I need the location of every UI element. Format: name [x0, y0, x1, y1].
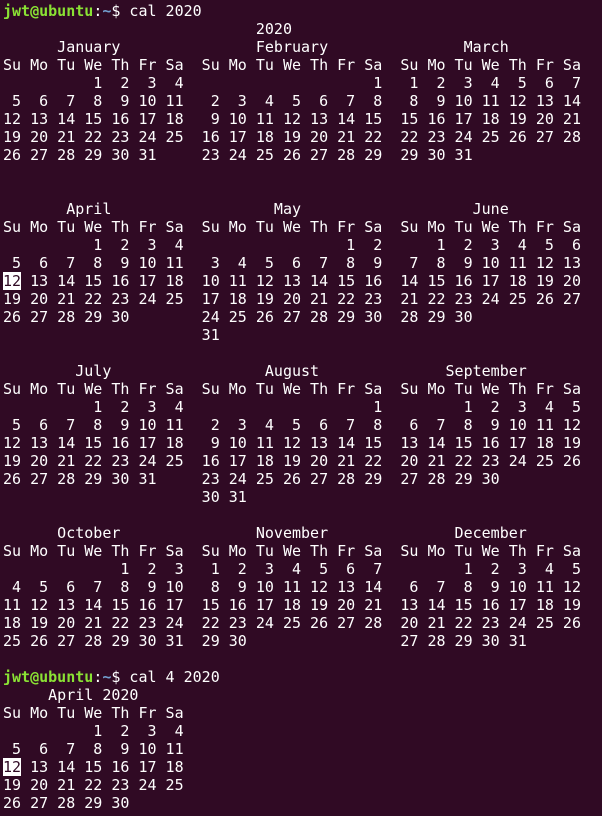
- output-line: 18 19 20 21 22 23 24 22 23 24 25 26 27 2…: [3, 614, 581, 632]
- output-line: 26 27 28 29 30 31 23 24 25 26 27 28 29 2…: [3, 470, 500, 488]
- output-line: 5 6 7 8 9 10 11 2 3 4 5 6 7 8 6 7 8 9 10…: [3, 416, 581, 434]
- output-line: January February March: [3, 38, 509, 56]
- prompt-separator: :: [93, 668, 103, 686]
- output-line: Su Mo Tu We Th Fr Sa Su Mo Tu We Th Fr S…: [3, 56, 581, 74]
- calendar-text: 13 14 15 16 17 18 10 11 12 13 14 15 16 1…: [21, 272, 581, 290]
- output-line: 2020: [3, 20, 292, 38]
- output-line: July August September: [3, 362, 527, 380]
- output-line: 4 5 6 7 8 9 10 8 9 10 11 12 13 14 6 7 8 …: [3, 578, 581, 596]
- output-line: 31: [3, 326, 220, 344]
- output-line: 25 26 27 28 29 30 31 29 30 27 28 29 30 3…: [3, 632, 527, 650]
- output-line: 19 20 21 22 23 24 25 16 17 18 19 20 21 2…: [3, 452, 581, 470]
- command-line: jwt@ubuntu:~$ cal 2020: [3, 2, 602, 20]
- output-line: 26 27 28 29 30: [3, 794, 130, 812]
- command-text: cal 4 2020: [120, 668, 220, 686]
- output-line: Su Mo Tu We Th Fr Sa Su Mo Tu We Th Fr S…: [3, 380, 581, 398]
- command-text: cal 2020: [120, 2, 202, 20]
- calendar-line: 12 13 14 15 16 17 18 10 11 12 13 14 15 1…: [3, 272, 602, 290]
- today-highlight: 12: [3, 758, 22, 776]
- output-line: 19 20 21 22 23 24 25 17 18 19 20 21 22 2…: [3, 290, 581, 308]
- prompt-user: jwt@ubuntu: [3, 2, 94, 20]
- output-line: 5 6 7 8 9 10 11 3 4 5 6 7 8 9 7 8 9 10 1…: [3, 254, 581, 272]
- output-line: October November December: [3, 524, 527, 542]
- prompt-user: jwt@ubuntu: [3, 668, 94, 686]
- output-line: 26 27 28 29 30 24 25 26 27 28 29 30 28 2…: [3, 308, 473, 326]
- output-line: April 2020: [3, 686, 139, 704]
- command-line: jwt@ubuntu:~$ cal 4 2020: [3, 668, 602, 686]
- output-line: 1 2 3 4: [3, 722, 184, 740]
- output-line: 26 27 28 29 30 31 23 24 25 26 27 28 29 2…: [3, 146, 473, 164]
- output-line: 19 20 21 22 23 24 25 16 17 18 19 20 21 2…: [3, 128, 581, 146]
- calendar-text: 13 14 15 16 17 18: [21, 758, 184, 776]
- output-line: 5 6 7 8 9 10 11 2 3 4 5 6 7 8 8 9 10 11 …: [3, 92, 581, 110]
- output-line: 11 12 13 14 15 16 17 15 16 17 18 19 20 2…: [3, 596, 581, 614]
- today-highlight: 12: [3, 272, 22, 290]
- terminal-output[interactable]: jwt@ubuntu:~$ cal 2020 2020 January Febr…: [0, 0, 602, 816]
- output-line: Su Mo Tu We Th Fr Sa Su Mo Tu We Th Fr S…: [3, 218, 581, 236]
- output-line: April May June: [3, 200, 509, 218]
- output-line: 1 2 3 4 1 1 2 3 4 5: [3, 398, 581, 416]
- output-line: 30 31: [3, 488, 247, 506]
- output-line: 19 20 21 22 23 24 25: [3, 776, 184, 794]
- output-line: 12 13 14 15 16 17 18 9 10 11 12 13 14 15…: [3, 434, 581, 452]
- prompt-separator: :: [93, 2, 103, 20]
- output-line: Su Mo Tu We Th Fr Sa: [3, 704, 184, 722]
- output-line: 1 2 3 4 1 1 2 3 4 5 6 7: [3, 74, 581, 92]
- output-line: 1 2 3 4 1 2 1 2 3 4 5 6: [3, 236, 581, 254]
- calendar-line: 12 13 14 15 16 17 18: [3, 758, 602, 776]
- output-line: 12 13 14 15 16 17 18 9 10 11 12 13 14 15…: [3, 110, 581, 128]
- output-line: 5 6 7 8 9 10 11: [3, 740, 184, 758]
- output-line: Su Mo Tu We Th Fr Sa Su Mo Tu We Th Fr S…: [3, 542, 581, 560]
- output-line: 1 2 3 1 2 3 4 5 6 7 1 2 3 4 5: [3, 560, 581, 578]
